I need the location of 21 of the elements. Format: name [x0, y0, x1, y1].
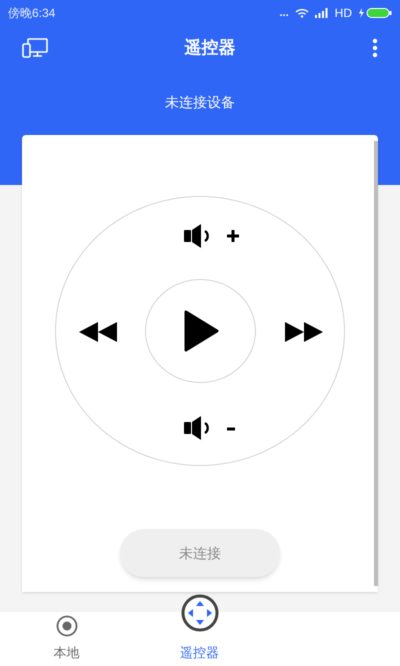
- volume-up-icon[interactable]: [183, 223, 241, 249]
- status-time: 傍晚6:34: [8, 5, 56, 22]
- devices-icon[interactable]: [22, 38, 48, 58]
- battery-charging-icon: [358, 7, 392, 19]
- status-more: ...: [279, 6, 289, 21]
- nav-label: 本地: [54, 644, 80, 662]
- network-type: HD: [334, 5, 352, 22]
- wifi-icon: [294, 8, 309, 18]
- screen-title: 遥控器: [184, 37, 236, 60]
- nav-tab[interactable]: 本地: [0, 592, 133, 666]
- play-icon: [182, 310, 218, 352]
- radio-target-icon: [56, 614, 78, 636]
- nav-tab[interactable]: 遥控器: [133, 592, 266, 666]
- signal-icon: [314, 8, 329, 18]
- rewind-icon[interactable]: [78, 321, 118, 343]
- nav-label: 遥控器: [180, 644, 219, 662]
- play-button[interactable]: [145, 279, 256, 383]
- menu-icon[interactable]: [372, 38, 378, 58]
- connection-status: 未连接设备: [165, 93, 235, 112]
- fast-forward-icon[interactable]: [284, 321, 324, 343]
- volume-down-icon[interactable]: [183, 415, 237, 441]
